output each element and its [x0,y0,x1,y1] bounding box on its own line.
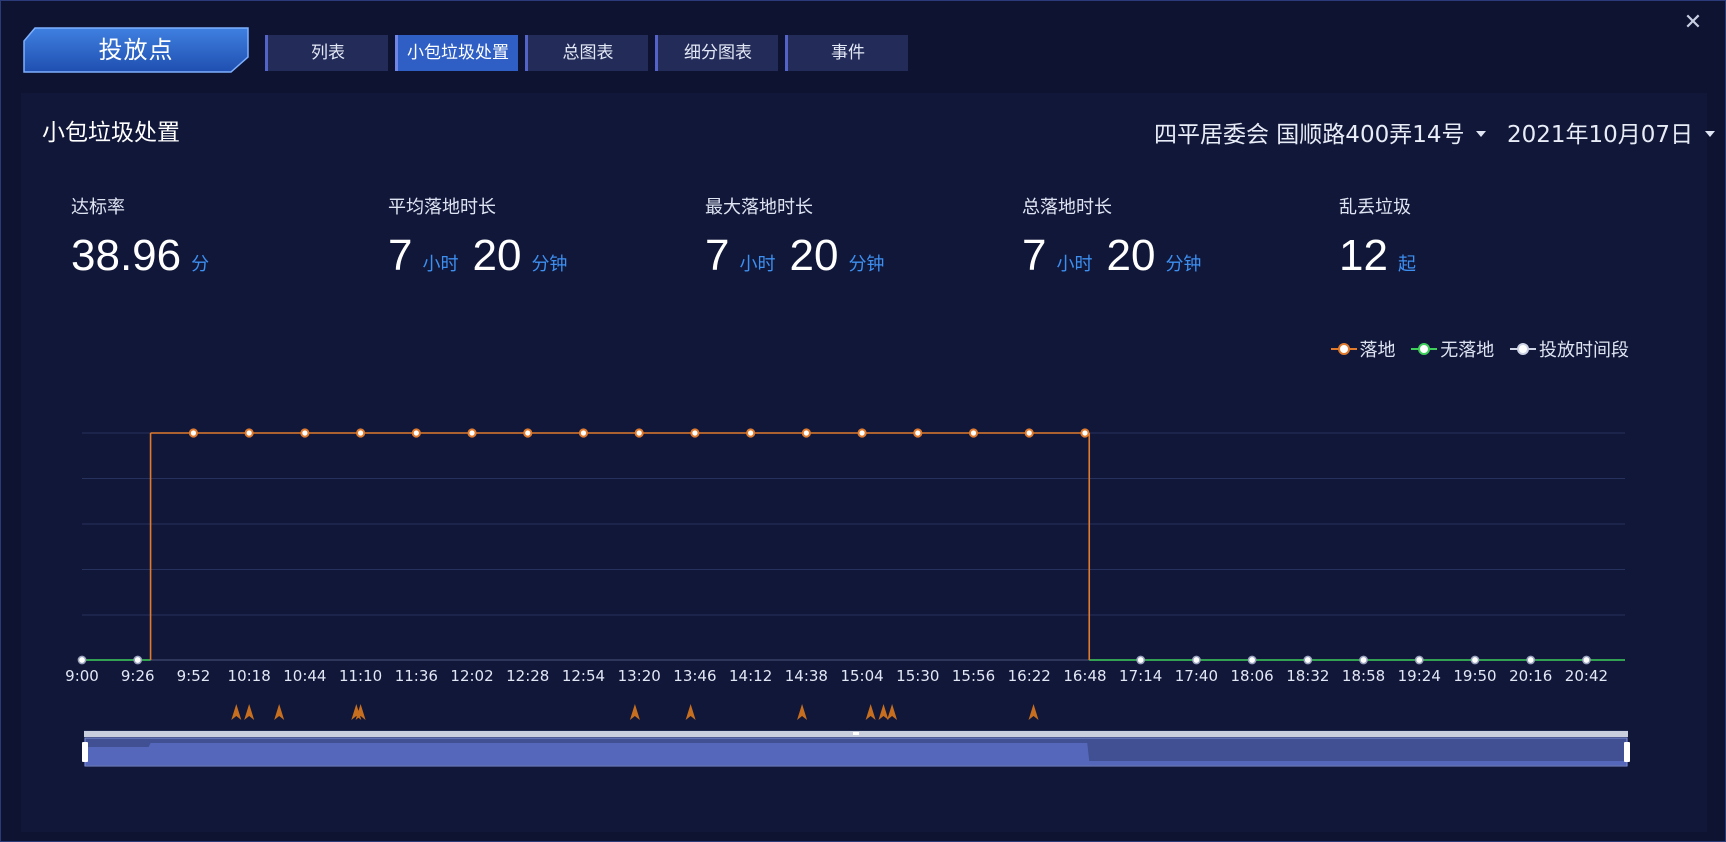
drop-period-point[interactable] [1192,655,1201,665]
landed-point[interactable] [578,428,589,438]
landed-point[interactable] [300,428,310,438]
littering-event-marker-icon[interactable] [231,704,242,720]
x-tick-label: 12:02 [450,667,493,685]
littering-event-marker-icon[interactable] [244,704,255,720]
x-tick-label: 18:32 [1286,667,1329,685]
x-tick-label: 13:20 [618,667,661,685]
zoom-slider-drag-handle-icon[interactable] [853,732,859,735]
landed-point[interactable] [634,428,644,438]
landed-point[interactable] [188,428,199,438]
x-tick-label: 20:16 [1509,667,1552,685]
landed-point[interactable] [913,428,923,438]
littering-event-marker-icon[interactable] [887,704,898,720]
landed-point[interactable] [690,428,700,438]
zoom-slider-selection[interactable] [84,737,1628,767]
x-tick-label: 12:54 [562,667,605,685]
x-tick-label: 15:04 [840,667,883,685]
x-tick-label: 11:10 [339,667,382,685]
drop-period-point[interactable] [1470,655,1480,665]
x-tick-label: 11:36 [395,667,438,685]
x-tick-label: 13:46 [673,667,716,685]
littering-event-marker-icon[interactable] [865,704,876,720]
littering-event-marker-icon[interactable] [1028,704,1039,720]
drop-period-point[interactable] [133,655,143,665]
x-tick-label: 14:12 [729,667,772,685]
landed-point[interactable] [1080,428,1090,438]
drop-period-point[interactable] [1136,655,1146,665]
littering-event-marker-icon[interactable] [685,704,696,720]
drop-period-point[interactable] [1582,655,1591,665]
landed-point[interactable] [1024,428,1034,438]
x-tick-label: 20:42 [1565,667,1608,685]
drop-period-point[interactable] [1303,655,1313,665]
landed-point[interactable] [968,428,979,438]
x-tick-label: 18:58 [1342,667,1385,685]
drop-period-point[interactable] [1247,655,1257,665]
littering-event-marker-icon[interactable] [797,704,808,720]
littering-event-marker-icon[interactable] [629,704,640,720]
x-tick-label: 18:06 [1230,667,1273,685]
landed-point[interactable] [801,428,811,438]
landed-point[interactable] [355,428,366,438]
zoom-slider-right-handle[interactable] [1624,742,1630,762]
x-tick-label: 17:14 [1119,667,1162,685]
x-tick-label: 16:48 [1063,667,1106,685]
landed-point[interactable] [857,428,867,438]
x-tick-label: 15:56 [952,667,995,685]
x-tick-label: 17:40 [1175,667,1218,685]
modal-window: 投放点 列表 小包垃圾处置 总图表 细分图表 事件 ✕ 小包垃圾处置 四平居委会… [0,0,1726,842]
x-tick-label: 9:52 [177,667,211,685]
drop-period-point[interactable] [1414,655,1424,665]
landed-point[interactable] [746,428,756,438]
x-tick-label: 19:24 [1398,667,1441,685]
x-tick-label: 16:22 [1008,667,1051,685]
landing-timeline-chart: 9:00 9:26 9:52 10:18 10:44 11:10 11:36 12:02 12:… [65,428,1630,767]
drop-period-point[interactable] [1359,655,1368,665]
littering-event-marker-icon[interactable] [878,704,889,720]
x-tick-label: 12:28 [506,667,549,685]
landed-point[interactable] [411,428,421,438]
x-tick-label: 9:26 [121,667,155,685]
drop-period-point[interactable] [77,655,87,665]
littering-event-marker-icon[interactable] [274,704,285,720]
landed-point[interactable] [523,428,533,438]
x-tick-label: 15:30 [896,667,939,685]
x-tick-label: 10:44 [283,667,326,685]
x-tick-label: 10:18 [228,667,271,685]
drop-period-point[interactable] [1526,655,1536,665]
zoom-slider-left-handle[interactable] [82,742,88,762]
x-tick-label: 9:00 [65,667,99,685]
landed-point[interactable] [467,428,477,438]
landed-point[interactable] [244,428,254,438]
x-tick-label: 19:50 [1453,667,1496,685]
x-tick-label: 14:38 [785,667,828,685]
